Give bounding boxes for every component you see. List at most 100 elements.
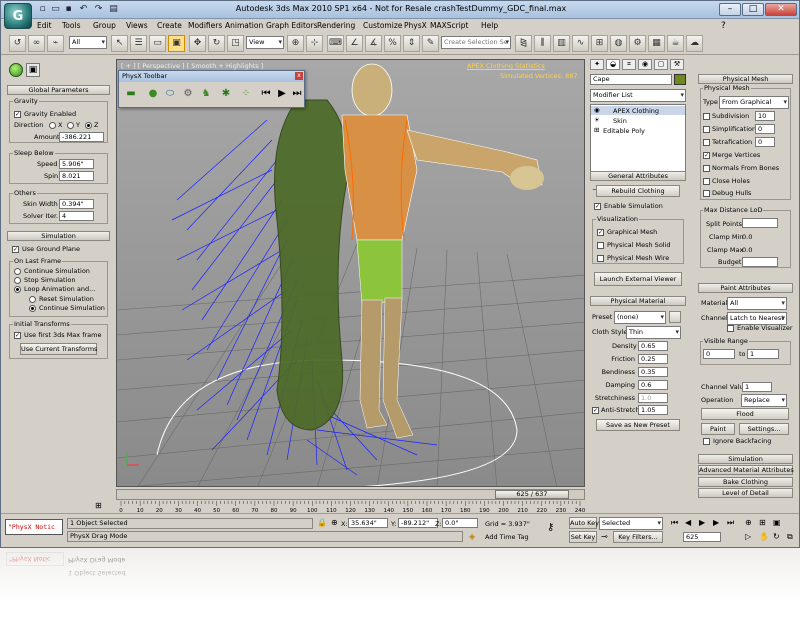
use-first-frame-checkbox[interactable]: ✓ [14, 332, 21, 339]
auto-key-button[interactable]: Auto Key [569, 517, 599, 529]
viewport-label[interactable]: [ + ] [ Perspective ] [ Smooth + Highlig… [121, 62, 263, 70]
physx-rigidbody-icon[interactable]: ● [146, 85, 160, 103]
select-by-name-icon[interactable]: ☰ [130, 35, 147, 52]
simplification-checkbox[interactable] [703, 126, 710, 133]
motion-tab-icon[interactable]: ◉ [638, 59, 652, 70]
pan-icon[interactable]: ✋ [759, 532, 769, 541]
create-tab-icon[interactable]: ✦ [590, 59, 604, 70]
global-parameters-rollout[interactable]: Global Parameters [7, 85, 110, 95]
app-logo-icon[interactable]: G [4, 3, 32, 29]
stop-sim-radio[interactable] [14, 277, 21, 284]
settings-button[interactable]: Settings... [739, 423, 789, 435]
general-attributes-rollout[interactable]: General Attributes [590, 171, 686, 181]
menu-create[interactable]: Create [157, 21, 182, 30]
paint-attributes-rollout[interactable]: Paint Attributes [698, 283, 793, 293]
new-file-icon[interactable]: ▫ [36, 4, 49, 16]
debug-hulls-checkbox[interactable] [703, 190, 710, 197]
damping-spinner[interactable]: 0.6 [638, 380, 668, 390]
range-from-spinner[interactable]: 0 [703, 349, 735, 359]
align-icon[interactable]: ⫼ [534, 35, 551, 52]
type-dropdown[interactable]: From Graphical [719, 96, 789, 109]
continue-sim2-radio[interactable] [29, 305, 36, 312]
physx-cloth-icon[interactable]: ♞ [199, 85, 213, 103]
lod-rollout-collapsed[interactable]: Level of Detail [698, 488, 793, 498]
render-setup-icon[interactable]: ⚙ [629, 35, 646, 52]
continue-sim-radio[interactable] [14, 268, 21, 275]
material-editor-icon[interactable]: ◍ [610, 35, 627, 52]
zoom-all-icon[interactable]: ⊞ [759, 518, 766, 527]
mesh-wire-checkbox[interactable] [597, 255, 604, 262]
set-key-icon[interactable]: ⚷ [547, 522, 554, 533]
named-selection-set-field[interactable]: Create Selection Se [441, 36, 511, 49]
expand-icon[interactable]: ⊞ [594, 126, 599, 134]
curve-editor-icon[interactable]: ∿ [572, 35, 589, 52]
reference-coordinate-dropdown[interactable]: View [246, 36, 284, 49]
tetrafication-checkbox[interactable] [703, 139, 710, 146]
display-tab-icon[interactable]: ▢ [654, 59, 668, 70]
rendered-frame-icon[interactable]: ▦ [648, 35, 665, 52]
object-name-field[interactable]: Cape [590, 74, 672, 85]
graphical-mesh-checkbox[interactable]: ✓ [597, 229, 604, 236]
unlink-icon[interactable]: ⌁ [47, 35, 64, 52]
normals-checkbox[interactable] [703, 165, 710, 172]
physx-toolbar-close-icon[interactable]: x [295, 72, 303, 80]
material-dropdown[interactable]: All [727, 297, 787, 310]
zoom-icon[interactable]: ⊕ [745, 518, 752, 527]
undo-icon[interactable]: ↶ [77, 4, 90, 16]
menu-graph-editors[interactable]: Graph Editors [266, 21, 318, 30]
physx-grid-icon[interactable]: ⁘ [239, 85, 253, 103]
current-frame-field[interactable]: 625 [683, 532, 721, 542]
physx-setup-icon[interactable]: ▬ [122, 85, 140, 103]
launch-viewer-button[interactable]: Launch External Viewer [594, 272, 682, 286]
mesh-solid-checkbox[interactable] [597, 242, 604, 249]
percent-snap-icon[interactable]: % [384, 35, 401, 52]
render-production-icon[interactable]: ☕ [667, 35, 684, 52]
menu-modifiers[interactable]: Modifiers [188, 21, 222, 30]
absolute-mode-icon[interactable]: ⊕ [331, 518, 338, 527]
curve-toggle-icon[interactable]: ⊞ [95, 501, 102, 510]
physical-mesh-rollout[interactable]: Physical Mesh [698, 74, 793, 84]
anti-stretch-checkbox[interactable]: ✓ [592, 407, 599, 414]
time-slider[interactable]: 625 / 637 [116, 489, 585, 500]
loop-anim-radio[interactable] [14, 286, 21, 293]
menu-rendering[interactable]: Rendering [317, 21, 355, 30]
ignore-backfacing-checkbox[interactable] [703, 438, 710, 445]
spinner-snap-icon[interactable]: ⇕ [403, 35, 420, 52]
orbit-icon[interactable]: ↻ [773, 532, 780, 541]
mirror-icon[interactable]: ⧎ [515, 35, 532, 52]
project-folder-icon[interactable]: ▤ [107, 4, 120, 16]
menu-tools[interactable]: Tools [62, 21, 80, 30]
help-search-icon[interactable]: ? [721, 21, 726, 31]
budget-field[interactable] [742, 257, 778, 267]
anti-stretch-spinner[interactable]: 1.05 [638, 405, 668, 415]
bulb-icon[interactable]: ☀ [594, 116, 600, 124]
key-filter-icon[interactable]: ⊸ [601, 532, 608, 541]
physical-material-rollout[interactable]: Physical Material [590, 296, 686, 306]
merge-vertices-checkbox[interactable]: ✓ [703, 152, 710, 159]
link-icon[interactable]: ∞ [28, 35, 45, 52]
prev-frame-icon[interactable]: ◀ [685, 518, 691, 527]
display-icon[interactable]: ▣ [26, 63, 40, 77]
save-preset-button[interactable]: Save as New Preset [596, 419, 680, 431]
skin-width-spinner[interactable]: 0.394" [59, 199, 94, 209]
menu-group[interactable]: Group [93, 21, 116, 30]
direction-y-radio[interactable] [67, 122, 74, 129]
menu-maxscript[interactable]: MAXScript [430, 21, 469, 30]
stack-item-skin[interactable]: ☀ Skin [591, 116, 685, 125]
rotate-icon[interactable]: ↻ [208, 35, 225, 52]
open-file-icon[interactable]: ▭ [49, 4, 62, 16]
bendiness-spinner[interactable]: 0.35 [638, 367, 668, 377]
x-coord-field[interactable]: 35.634" [348, 518, 388, 528]
move-icon[interactable]: ✥ [189, 35, 206, 52]
subdivision-spinner[interactable]: 10 [755, 111, 775, 121]
modifier-list-dropdown[interactable]: Modifier List [590, 89, 686, 102]
physx-logo-icon[interactable] [9, 63, 23, 77]
select-manipulate-icon[interactable]: ⊹ [306, 35, 323, 52]
next-frame-icon[interactable]: ▶ [713, 518, 719, 527]
rectangular-selection-icon[interactable]: ▭ [149, 35, 166, 52]
subdivision-checkbox[interactable] [703, 113, 710, 120]
cloth-style-dropdown[interactable]: Thin [626, 326, 681, 339]
clothing-statistics-link[interactable]: APEX Clothing Statistics [467, 62, 545, 70]
time-tag-icon[interactable]: ◈ [469, 532, 475, 541]
solver-iter-spinner[interactable]: 4 [59, 211, 94, 221]
